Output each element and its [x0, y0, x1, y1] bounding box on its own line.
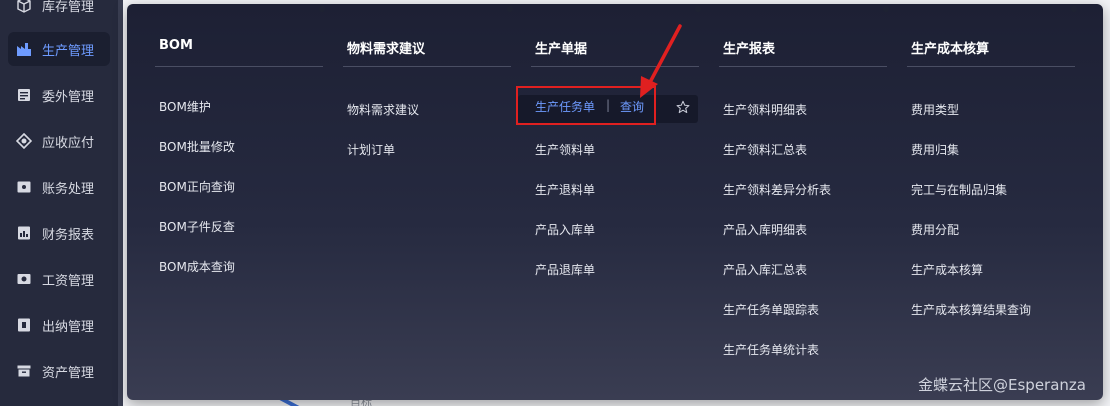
sidebar-item-label: 生产管理	[42, 43, 95, 59]
asset-icon	[16, 363, 32, 379]
menu-item-picking-summary[interactable]: 生产领料汇总表	[723, 141, 807, 158]
sidebar-item-assets[interactable]: 资产管理	[8, 354, 110, 388]
sidebar-item-payroll[interactable]: 工资管理	[8, 262, 110, 296]
menu-item-cost-types[interactable]: 费用类型	[911, 101, 959, 118]
edge-dot	[507, 6, 513, 12]
menu-item-bom-maintain[interactable]: BOM维护	[159, 98, 211, 115]
report-icon	[16, 225, 32, 241]
sidebar-item-production[interactable]: 生产管理	[8, 32, 110, 66]
column-divider	[907, 66, 1075, 67]
sidebar-item-label: 委外管理	[42, 89, 95, 105]
menu-item-bom-reverse-query[interactable]: BOM子件反查	[159, 218, 235, 235]
exchange-icon	[16, 133, 32, 149]
star-icon[interactable]	[676, 100, 690, 114]
factory-icon	[16, 41, 32, 57]
menu-item-costing-result-query[interactable]: 生产成本核算结果查询	[911, 301, 1031, 318]
sidebar-item-label: 财务报表	[42, 227, 95, 243]
menu-item-picking-variance[interactable]: 生产领料差异分析表	[723, 181, 831, 198]
sidebar-scrollbar[interactable]	[118, 0, 123, 406]
edge-dot	[1071, 6, 1077, 12]
menu-item-production-return[interactable]: 生产退料单	[535, 181, 595, 198]
column-divider	[719, 66, 887, 67]
sidebar-item-label: 账务处理	[42, 181, 95, 197]
column-divider	[343, 66, 511, 67]
sidebar-item-label: 工资管理	[42, 273, 95, 289]
column-divider	[155, 66, 323, 67]
menu-item-material-suggestion[interactable]: 物料需求建议	[347, 101, 419, 118]
menu-item-picking-detail[interactable]: 生产领料明细表	[723, 101, 807, 118]
sidebar-item-label: 应收应付	[42, 135, 95, 151]
salary-icon	[16, 271, 32, 287]
sidebar-item-accounting[interactable]: 账务处理	[8, 170, 110, 204]
document-list-icon	[16, 87, 32, 103]
sidebar-item-cashier[interactable]: 出纳管理	[8, 308, 110, 342]
menu-item-wip-collection[interactable]: 完工与在制品归集	[911, 181, 1007, 198]
menu-item-bom-cost-query[interactable]: BOM成本查询	[159, 258, 235, 275]
sidebar-item-label: 库存管理	[42, 0, 95, 15]
ledger-icon	[16, 179, 32, 195]
edge-dot	[883, 6, 889, 12]
column-title: BOM	[159, 38, 193, 53]
menu-item-production-costing[interactable]: 生产成本核算	[911, 261, 983, 278]
menu-item-bom-forward-query[interactable]: BOM正向查询	[159, 178, 235, 195]
sidebar-item-inventory[interactable]: 库存管理	[8, 0, 110, 22]
edge-dot	[695, 6, 701, 12]
box-icon	[16, 0, 32, 13]
column-title: 生产报表	[723, 42, 776, 57]
menu-item-product-inbound[interactable]: 产品入库单	[535, 221, 595, 238]
menu-item-production-picking[interactable]: 生产领料单	[535, 141, 595, 158]
cashier-icon	[16, 317, 32, 333]
sidebar-item-outsourcing[interactable]: 委外管理	[8, 78, 110, 112]
menu-item-inbound-detail[interactable]: 产品入库明细表	[723, 221, 807, 238]
menu-item-planned-order[interactable]: 计划订单	[347, 141, 395, 158]
column-title: 生产单据	[535, 42, 588, 57]
menu-item-cost-allocation[interactable]: 费用分配	[911, 221, 959, 238]
sidebar: 库存管理 生产管理 委外管理 应收应付 账务处理 财务报表 工资管理 出纳管理 …	[0, 0, 118, 406]
column-title: 物料需求建议	[347, 42, 426, 57]
sidebar-item-receivables[interactable]: 应收应付	[8, 124, 110, 158]
menu-item-bom-batch-edit[interactable]: BOM批量修改	[159, 138, 235, 155]
column-title: 生产成本核算	[911, 42, 990, 57]
menu-item-task-tracking[interactable]: 生产任务单跟踪表	[723, 301, 819, 318]
sidebar-item-label: 资产管理	[42, 365, 95, 381]
menu-item-cost-collection[interactable]: 费用归集	[911, 141, 959, 158]
production-mega-menu	[127, 4, 1103, 400]
sidebar-item-label: 出纳管理	[42, 319, 95, 335]
edge-dot	[319, 6, 325, 12]
sidebar-item-financial-reports[interactable]: 财务报表	[8, 216, 110, 250]
menu-item-task-statistics[interactable]: 生产任务单统计表	[723, 341, 819, 358]
annotation-arrow-icon	[640, 24, 682, 98]
menu-item-product-return-stock[interactable]: 产品退库单	[535, 261, 595, 278]
menu-item-inbound-summary[interactable]: 产品入库汇总表	[723, 261, 807, 278]
watermark: 金蝶云社区@Esperanza	[918, 376, 1086, 394]
